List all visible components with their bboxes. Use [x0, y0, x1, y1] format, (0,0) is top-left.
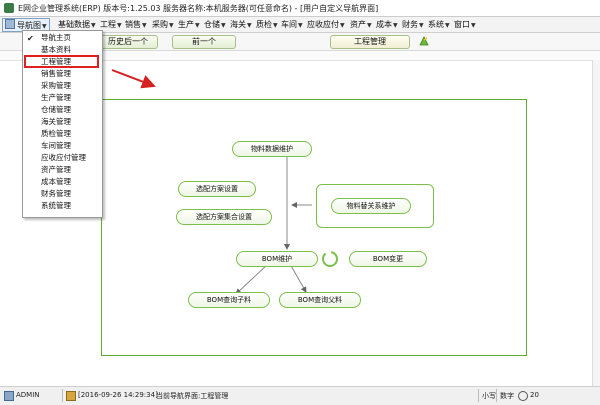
status-bar: ADMIN [2016-09-26 14:29:34] 当前导航界面:工程管理 … [0, 386, 600, 405]
dropdown-item-purchase[interactable]: 采购管理 [41, 80, 71, 92]
node-option-set-settings[interactable]: 选配方案集合设置 [176, 209, 272, 225]
node-material-maintenance[interactable]: 物料数据维护 [232, 141, 312, 157]
node-bom-change[interactable]: BOM变更 [349, 251, 427, 267]
status-divider [496, 389, 497, 402]
dropdown-item-home[interactable]: 导航主页 [41, 32, 71, 44]
menu-workshop[interactable]: 车间▼ [281, 19, 303, 30]
diagram-frame [101, 99, 527, 356]
navigation-icon [5, 19, 15, 29]
menu-receivable-payable[interactable]: 应收应付▼ [307, 19, 345, 30]
menu-label: 应收应付 [307, 20, 339, 29]
menu-customs[interactable]: 海关▼ [230, 19, 252, 30]
chevron-down-icon: ▼ [298, 22, 303, 29]
clock-icon [66, 391, 76, 401]
chevron-down-icon: ▼ [367, 22, 372, 29]
dropdown-item-assets[interactable]: 资产管理 [41, 164, 71, 176]
menu-label: 仓储 [204, 20, 220, 29]
node-option-settings[interactable]: 选配方案设置 [178, 181, 256, 197]
menu-window[interactable]: 窗口▼ [454, 19, 476, 30]
refresh-icon[interactable] [418, 35, 430, 47]
history-back-button[interactable]: 历史后一个 [98, 35, 158, 49]
menu-label: 海关 [230, 20, 246, 29]
menu-label: 资产 [350, 20, 366, 29]
current-page-tab[interactable]: 工程管理 [330, 35, 410, 49]
status-caps: 小写 [482, 392, 496, 400]
node-bom-maintenance[interactable]: BOM维护 [236, 251, 318, 267]
status-clock: 20 [530, 391, 539, 399]
menu-label: 导航图 [17, 21, 41, 30]
chevron-down-icon: ▼ [42, 23, 47, 30]
menu-label: 窗口 [454, 20, 470, 29]
time-icon [518, 391, 528, 401]
chevron-down-icon: ▼ [91, 22, 96, 29]
highlight-box [24, 55, 99, 68]
node-material-relation[interactable]: 物料替关系维护 [331, 198, 411, 214]
dropdown-item-cost[interactable]: 成本管理 [41, 176, 71, 188]
window-title: E网企业管理系统(ERP) 版本号:1.25.03 服务器名称:本机服务器(可任… [18, 4, 379, 13]
title-bar: E网企业管理系统(ERP) 版本号:1.25.03 服务器名称:本机服务器(可任… [0, 0, 600, 17]
vertical-scrollbar[interactable] [592, 60, 600, 386]
status-divider [478, 389, 479, 402]
chevron-down-icon: ▼ [221, 22, 226, 29]
menu-sales[interactable]: 销售▼ [125, 19, 147, 30]
chevron-down-icon: ▼ [142, 22, 147, 29]
menu-label: 生产 [178, 20, 194, 29]
status-divider [62, 389, 63, 402]
menu-label: 财务 [402, 20, 418, 29]
menu-label: 成本 [376, 20, 392, 29]
check-icon: ✔ [27, 34, 34, 43]
menu-label: 质检 [256, 20, 272, 29]
menu-label: 车间 [281, 20, 297, 29]
menu-cost[interactable]: 成本▼ [376, 19, 398, 30]
app-icon [4, 3, 14, 13]
menu-assets[interactable]: 资产▼ [350, 19, 372, 30]
user-icon [4, 391, 14, 401]
status-datetime: [2016-09-26 14:29:34] [78, 391, 158, 399]
status-user: ADMIN [16, 391, 40, 399]
menu-warehouse[interactable]: 仓储▼ [204, 19, 226, 30]
menu-basic-data[interactable]: 基础数据▼ [58, 19, 96, 30]
red-pointer-arrow [111, 69, 156, 89]
menu-label: 基础数据 [58, 20, 90, 29]
menu-engineering[interactable]: 工程▼ [100, 19, 122, 30]
status-message: 当前导航界面:工程管理 [156, 392, 229, 400]
chevron-down-icon: ▼ [445, 22, 450, 29]
previous-button[interactable]: 前一个 [172, 35, 236, 49]
menu-finance[interactable]: 财务▼ [402, 19, 424, 30]
chevron-down-icon: ▼ [247, 22, 252, 29]
menu-system[interactable]: 系统▼ [428, 19, 450, 30]
menu-quality[interactable]: 质检▼ [256, 19, 278, 30]
dropdown-item-workshop[interactable]: 车间管理 [41, 140, 71, 152]
menu-production[interactable]: 生产▼ [178, 19, 200, 30]
node-bom-query-parent[interactable]: BOM查询父料 [279, 292, 361, 308]
status-numlock: 数字 [500, 392, 514, 400]
dropdown-item-quality[interactable]: 质检管理 [41, 128, 71, 140]
chevron-down-icon: ▼ [340, 22, 345, 29]
dropdown-item-warehouse[interactable]: 仓储管理 [41, 104, 71, 116]
menu-label: 采购 [152, 20, 168, 29]
dropdown-item-receivable[interactable]: 应收应付管理 [41, 152, 86, 164]
dropdown-item-production[interactable]: 生产管理 [41, 92, 71, 104]
chevron-down-icon: ▼ [393, 22, 398, 29]
chevron-down-icon: ▼ [117, 22, 122, 29]
chevron-down-icon: ▼ [273, 22, 278, 29]
dropdown-item-finance[interactable]: 财务管理 [41, 188, 71, 200]
dropdown-item-system[interactable]: 系统管理 [41, 200, 71, 212]
menu-label: 销售 [125, 20, 141, 29]
dropdown-item-sales[interactable]: 销售管理 [41, 68, 71, 80]
chevron-down-icon: ▼ [471, 22, 476, 29]
chevron-down-icon: ▼ [169, 22, 174, 29]
menu-label: 工程 [100, 20, 116, 29]
chevron-down-icon: ▼ [419, 22, 424, 29]
chevron-down-icon: ▼ [195, 22, 200, 29]
dropdown-item-customs[interactable]: 海关管理 [41, 116, 71, 128]
menu-purchase[interactable]: 采购▼ [152, 19, 174, 30]
node-bom-query-child[interactable]: BOM查询子料 [188, 292, 270, 308]
menu-label: 系统 [428, 20, 444, 29]
